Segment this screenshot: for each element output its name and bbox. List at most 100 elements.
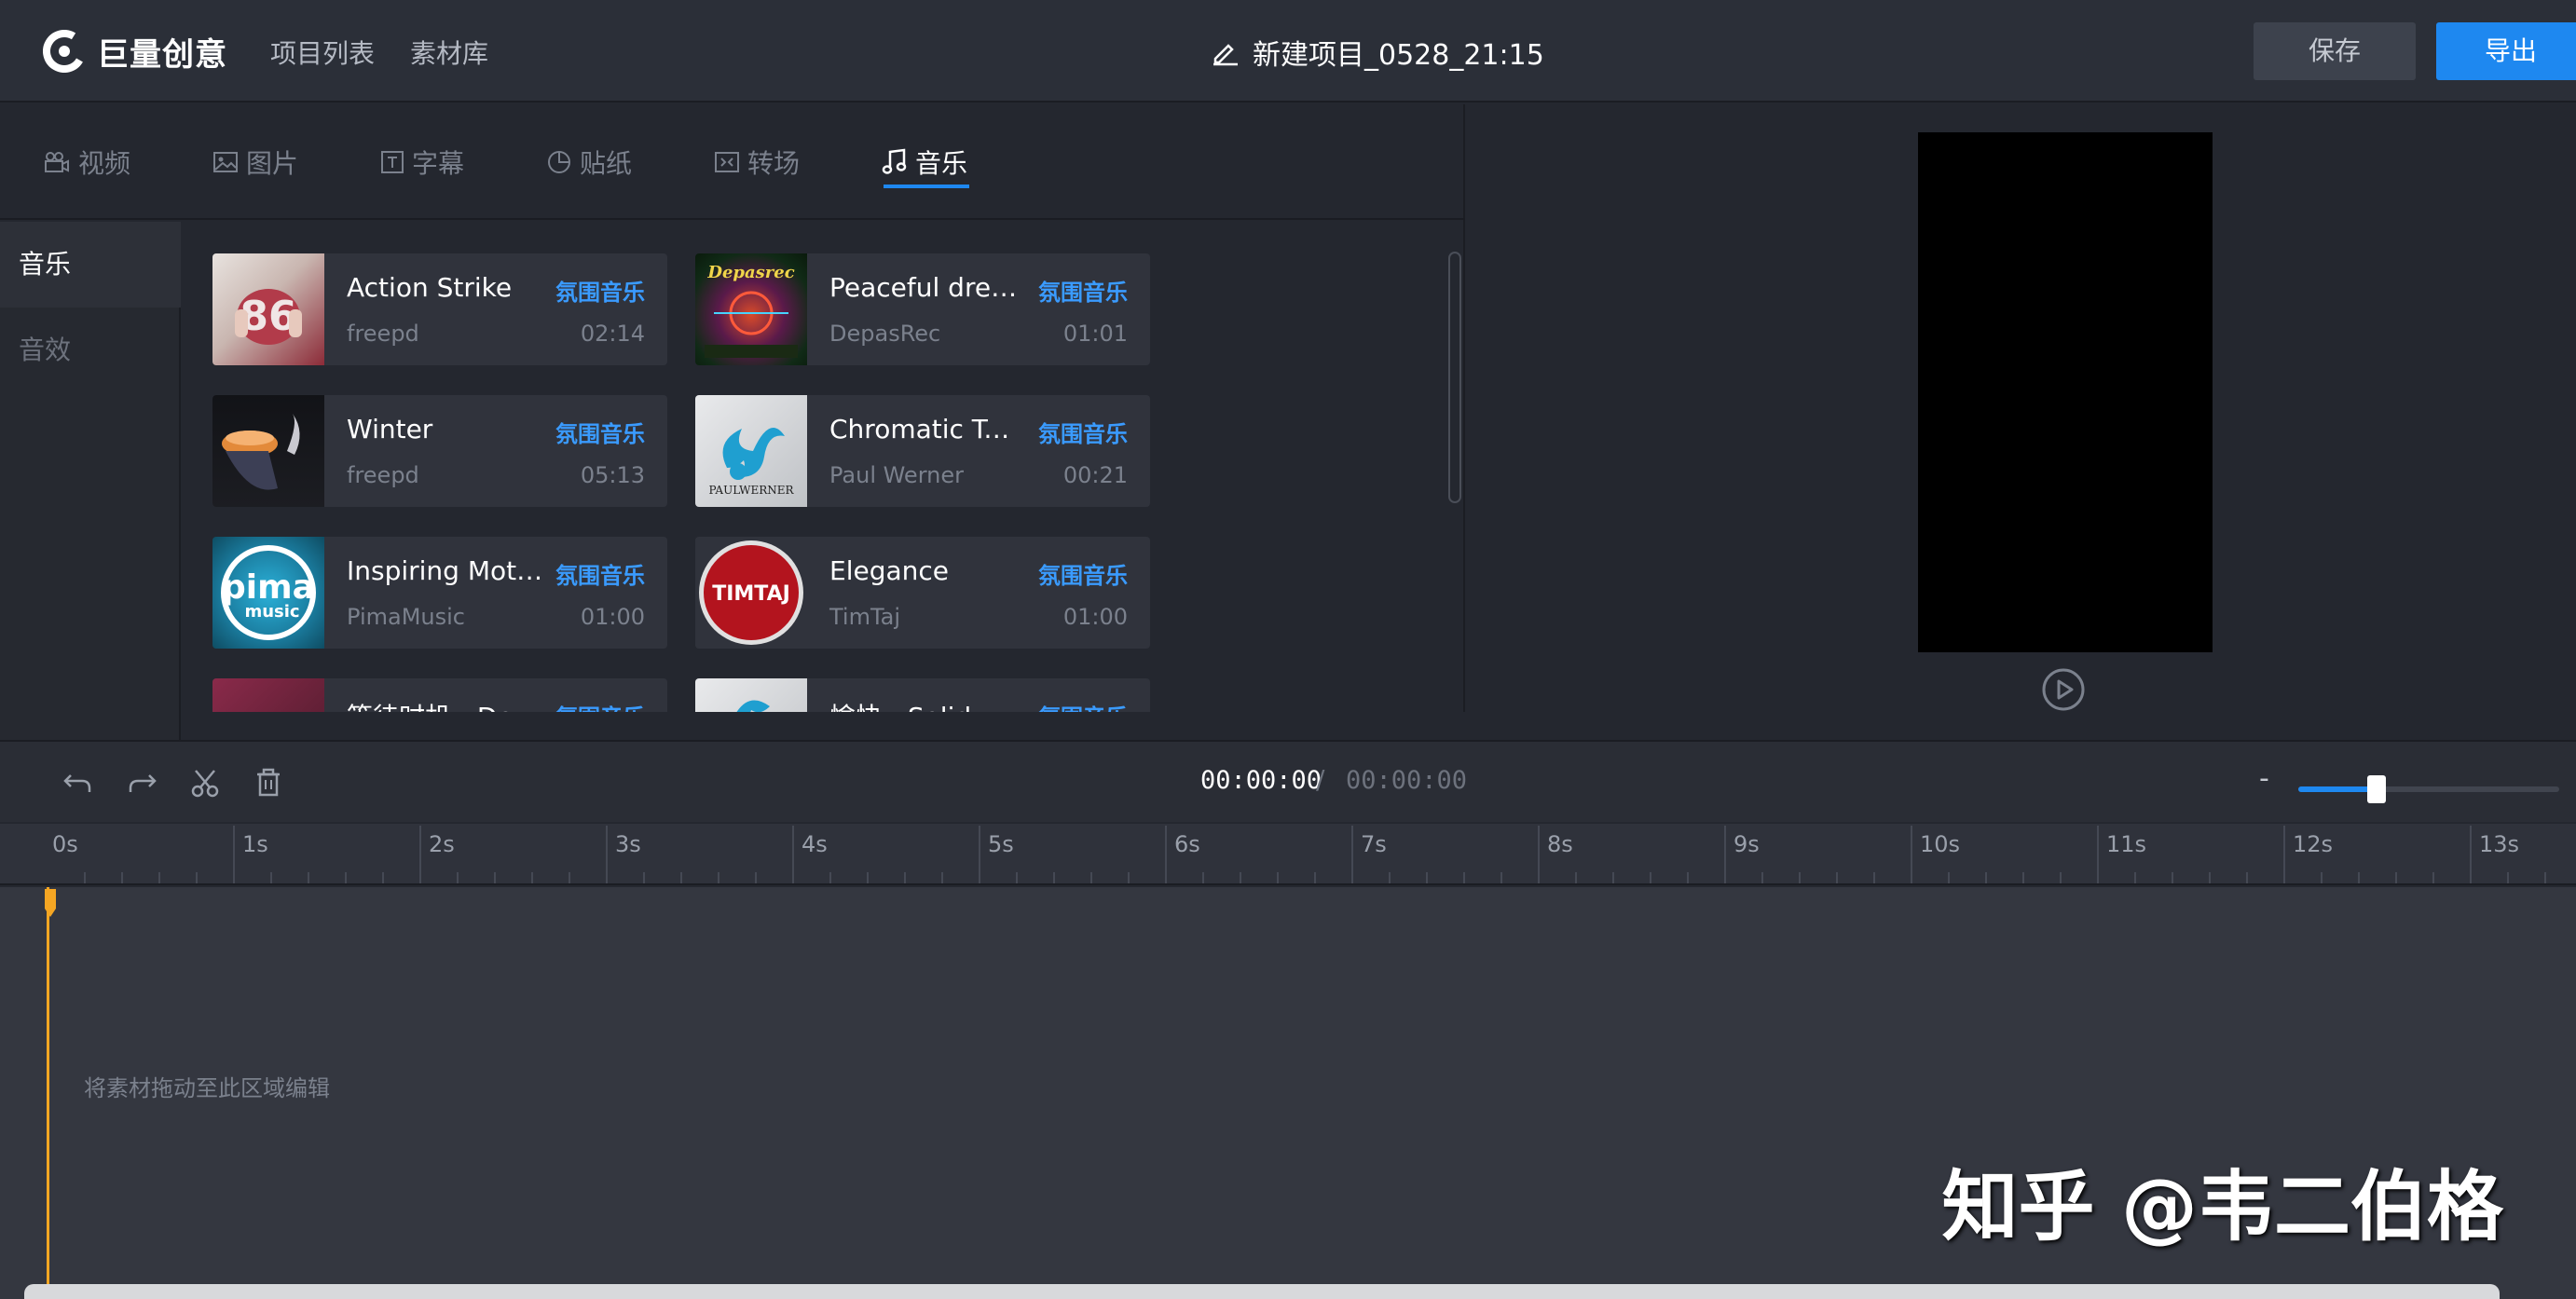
playhead[interactable]: [47, 887, 49, 1299]
ruler-tick-label: 12s: [2293, 831, 2334, 857]
ruler-minor-tick: [1985, 872, 1987, 883]
zoom-slider-handle[interactable]: [2367, 775, 2386, 803]
music-note-icon: [882, 148, 907, 174]
music-card[interactable]: Winter 氛围音乐 freepd 05:13: [212, 395, 667, 507]
nav-projects-link[interactable]: 项目列表: [270, 34, 375, 71]
logo[interactable]: 巨量创意: [43, 24, 227, 78]
svg-text:86: 86: [240, 293, 296, 340]
ruler-major-tick: [1538, 826, 1540, 883]
music-card[interactable]: pima music Inspiring Motiv... 氛围音乐 PimaMu…: [212, 537, 667, 649]
ruler-minor-tick: [569, 872, 570, 883]
ruler-minor-tick: [1016, 872, 1018, 883]
category-sound-effects[interactable]: 音效: [0, 308, 181, 393]
trash-icon[interactable]: [252, 766, 285, 800]
tab-subtitle[interactable]: 字幕: [380, 144, 464, 181]
ruler-minor-tick: [382, 872, 384, 883]
music-card[interactable]: PAULWERNER Chromatic Twist 氛围音乐 Paul Wer…: [695, 395, 1150, 507]
ruler-minor-tick: [1873, 872, 1875, 883]
zoom-slider-fill: [2298, 786, 2377, 792]
ruler-major-tick: [233, 826, 235, 883]
tab-transition[interactable]: 转场: [714, 144, 800, 181]
ruler-minor-tick: [2321, 872, 2323, 883]
music-list: 86 Action Strike 氛围音乐 freepd 02:14 Depas…: [183, 222, 1465, 740]
album-cover: PAULWERNER: [695, 395, 807, 507]
dock-strip: [24, 1284, 2500, 1299]
ruler-major-tick: [792, 826, 794, 883]
ruler-minor-tick: [158, 872, 160, 883]
zoom-slider[interactable]: [2298, 775, 2559, 803]
ruler-minor-tick: [84, 872, 86, 883]
timeline-toolbar: 00:00:00 / 00:00:00 -: [0, 740, 2576, 822]
ruler-minor-tick: [1277, 872, 1279, 883]
ruler-tick-label: 9s: [1733, 831, 1760, 857]
ruler-minor-tick: [494, 872, 496, 883]
project-title[interactable]: 新建项目_0528_21:15: [1212, 32, 1544, 73]
nav-library-link[interactable]: 素材库: [410, 34, 488, 71]
time-separator: /: [1316, 764, 1325, 795]
ruler-minor-tick: [1799, 872, 1801, 883]
music-card[interactable]: 86 Action Strike 氛围音乐 freepd 02:14: [212, 253, 667, 365]
category-list: 音乐 音效: [0, 222, 181, 740]
tab-video-label: 视频: [78, 148, 131, 179]
active-tab-indicator: [884, 185, 969, 188]
timeline-ruler[interactable]: 0s 1s 2s 3s 4s 5s 6s 7s 8s 9s 10s 11s 12s 13s: [0, 824, 2576, 885]
ruler-minor-tick: [1836, 872, 1838, 883]
scissors-icon[interactable]: [188, 766, 222, 800]
ruler-tick-label: 10s: [1920, 831, 1961, 857]
music-card[interactable]: Depasrec Peaceful drea... 氛围音乐 DepasRec …: [695, 253, 1150, 365]
ruler-major-tick: [979, 826, 980, 883]
music-list-scrollbar[interactable]: [1448, 252, 1461, 503]
ruler-minor-tick: [1761, 872, 1763, 883]
material-tabs: 视频 图片 字幕 贴纸 转场 音乐: [0, 104, 1465, 220]
ruler-major-tick: [1165, 826, 1167, 883]
category-music[interactable]: 音乐: [0, 222, 181, 308]
ruler-minor-tick: [2395, 872, 2397, 883]
cover-text: pima: [222, 568, 315, 607]
zoom-out-button[interactable]: -: [2259, 762, 2269, 795]
ruler-minor-tick: [1500, 872, 1502, 883]
ruler-minor-tick: [1090, 872, 1092, 883]
tab-music[interactable]: 音乐: [882, 144, 967, 181]
ruler-tick-label: 0s: [52, 831, 78, 857]
ruler-minor-tick: [2022, 872, 2024, 883]
music-card[interactable]: TIMTAJ Elegance 氛围音乐 TimTaj 01:00: [695, 537, 1150, 649]
music-tag: 氛围音乐: [1038, 280, 1128, 306]
tab-image[interactable]: 图片: [212, 144, 298, 181]
ruler-major-tick: [2283, 826, 2285, 883]
drop-hint: 将素材拖动至此区域编辑: [84, 1075, 330, 1101]
project-title-text: 新建项目_0528_21:15: [1253, 39, 1544, 72]
ruler-tick-label: 8s: [1547, 831, 1573, 857]
redo-icon[interactable]: [125, 766, 158, 800]
export-button[interactable]: 导出: [2436, 22, 2576, 80]
music-title: Action Strike: [347, 272, 513, 303]
ruler-minor-tick: [867, 872, 869, 883]
ruler-minor-tick: [1612, 872, 1614, 883]
ruler-minor-tick: [2134, 872, 2136, 883]
logo-text: 巨量创意: [97, 35, 227, 74]
transition-icon: [715, 152, 739, 172]
save-button[interactable]: 保存: [2254, 22, 2416, 80]
ruler-tick-label: 5s: [988, 831, 1014, 857]
ruler-tick-label: 11s: [2106, 831, 2147, 857]
music-duration: 00:21: [1062, 462, 1128, 488]
music-author: freepd: [347, 321, 419, 347]
ruler-tick-label: 13s: [2479, 831, 2520, 857]
material-panel: 视频 图片 字幕 贴纸 转场 音乐 音乐 音效 86 Action Strike…: [0, 104, 1465, 740]
ruler-minor-tick: [531, 872, 533, 883]
ruler-tick-label: 6s: [1174, 831, 1200, 857]
music-author: Paul Werner: [829, 462, 964, 488]
tab-transition-label: 转场: [747, 148, 801, 179]
cover-text: TIMTAJ: [712, 582, 790, 606]
svg-text:music: music: [244, 602, 299, 622]
edit-pencil-icon: [1213, 44, 1238, 66]
video-icon: [45, 152, 69, 172]
tab-music-label: 音乐: [915, 148, 968, 179]
tab-sticker[interactable]: 贴纸: [546, 144, 632, 181]
tab-image-label: 图片: [246, 148, 299, 179]
music-duration: 01:00: [1062, 604, 1128, 630]
tab-video[interactable]: 视频: [43, 144, 130, 181]
play-icon[interactable]: [2041, 667, 2086, 712]
ruler-minor-tick: [1314, 872, 1316, 883]
undo-icon[interactable]: [62, 766, 95, 800]
logo-icon: [43, 30, 86, 73]
